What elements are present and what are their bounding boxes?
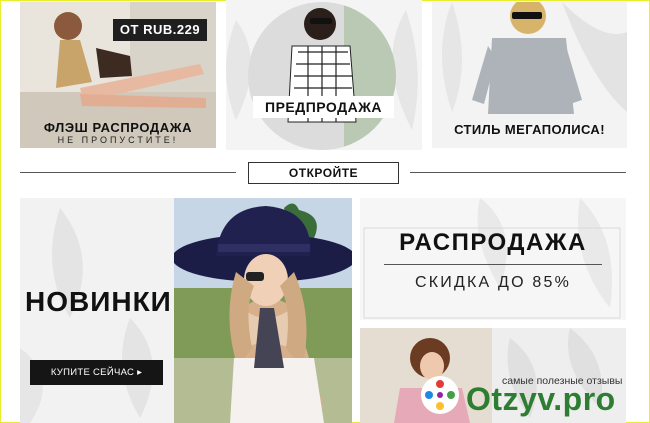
new-arrivals-title: НОВИНКИ (25, 286, 172, 317)
watermark-brand[interactable]: Otzyv.pro (466, 381, 616, 418)
price-tag: OT RUB.229 (113, 19, 207, 41)
flash-sale-title: ФЛЭШ РАСПРОДАЖА (43, 120, 193, 135)
flash-sale-subtitle: НЕ ПРОПУСТИТЕ! (57, 135, 179, 145)
leaf-background (363, 198, 621, 319)
open-button[interactable]: ОТКРОЙТЕ (248, 162, 399, 184)
metropolis-title: СТИЛЬ МЕГАПОЛИСА! (454, 122, 605, 137)
sale-title: РАСПРОДАЖА (399, 229, 587, 256)
presale-photo (248, 2, 396, 150)
divider-line-left (20, 172, 236, 173)
metropolis-card[interactable]: СТИЛЬ МЕГАПОЛИСА! (432, 2, 627, 148)
sale-divider (384, 264, 602, 265)
divider-line-right (410, 172, 626, 173)
presale-title: ПРЕДПРОДАЖА (253, 96, 394, 118)
sale-subtitle: СКИДКА ДО 85% (415, 274, 571, 291)
new-arrivals-card[interactable]: НОВИНКИ КУПИТЕ СЕЙЧАС ▸ (20, 198, 352, 423)
flash-sale-card[interactable]: OT RUB.229 ФЛЭШ РАСПРОДАЖА НЕ ПРОПУСТИТЕ… (20, 2, 216, 148)
sale-card[interactable]: РАСПРОДАЖА СКИДКА ДО 85% (360, 198, 626, 320)
otzyv-logo-icon (421, 376, 459, 414)
buy-now-button[interactable]: КУПИТЕ СЕЙЧАС ▸ (30, 360, 163, 385)
hat-model-photo (174, 198, 352, 423)
